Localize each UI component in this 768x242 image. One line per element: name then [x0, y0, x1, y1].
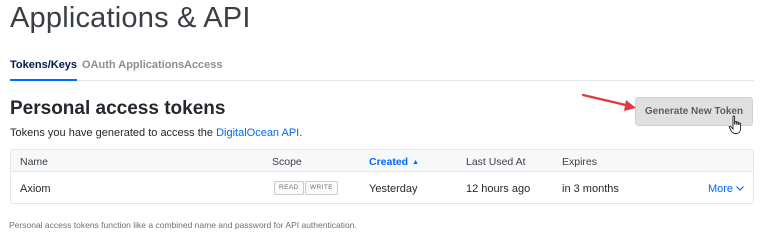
footnote: Personal access tokens function like a c…: [9, 220, 357, 230]
digitalocean-api-link[interactable]: DigitalOcean API: [216, 127, 299, 139]
scope-badge-read: READ: [274, 181, 304, 195]
sort-ascending-icon: ▲: [412, 159, 420, 166]
hand-pointer-icon: [728, 115, 742, 134]
column-header-scope[interactable]: Scope: [272, 156, 302, 168]
table-row: Axiom READ WRITE Yesterday 12 hours ago …: [11, 173, 753, 204]
section-description: Tokens you have generated to access the …: [10, 127, 302, 139]
tab-tokens-keys[interactable]: Tokens/Keys: [10, 59, 78, 81]
table-header: Name Scope Created ▲ Last Used At Expires: [11, 150, 753, 172]
token-name: Axiom: [20, 183, 51, 195]
tab-bar: Tokens/Keys OAuth Applications Access: [10, 59, 754, 81]
tab-oauth-applications[interactable]: OAuth Applications: [82, 59, 184, 81]
section-description-text: Tokens you have generated to access the: [10, 127, 217, 139]
page-title: Applications & API: [10, 2, 251, 34]
page: Applications & API Tokens/Keys OAuth App…: [0, 0, 768, 242]
token-expires: in 3 months: [562, 183, 619, 195]
column-header-created-label: Created: [369, 156, 409, 168]
column-header-name[interactable]: Name: [20, 156, 48, 168]
column-header-last-used[interactable]: Last Used At: [466, 156, 526, 168]
section-description-end: .: [299, 127, 303, 139]
column-header-created[interactable]: Created ▲: [369, 156, 419, 168]
scope-badge-write: WRITE: [305, 181, 338, 195]
tokens-table: Name Scope Created ▲ Last Used At Expires…: [10, 149, 754, 204]
token-created: Yesterday: [369, 183, 418, 195]
chevron-down-icon: [736, 186, 744, 191]
more-dropdown-button[interactable]: More: [708, 183, 744, 195]
tab-access[interactable]: Access: [184, 59, 223, 81]
more-label: More: [707, 183, 733, 195]
section-title: Personal access tokens: [10, 98, 226, 119]
column-header-expires[interactable]: Expires: [562, 156, 597, 168]
token-last-used: 12 hours ago: [466, 183, 531, 195]
red-arrow-icon: [581, 93, 636, 111]
